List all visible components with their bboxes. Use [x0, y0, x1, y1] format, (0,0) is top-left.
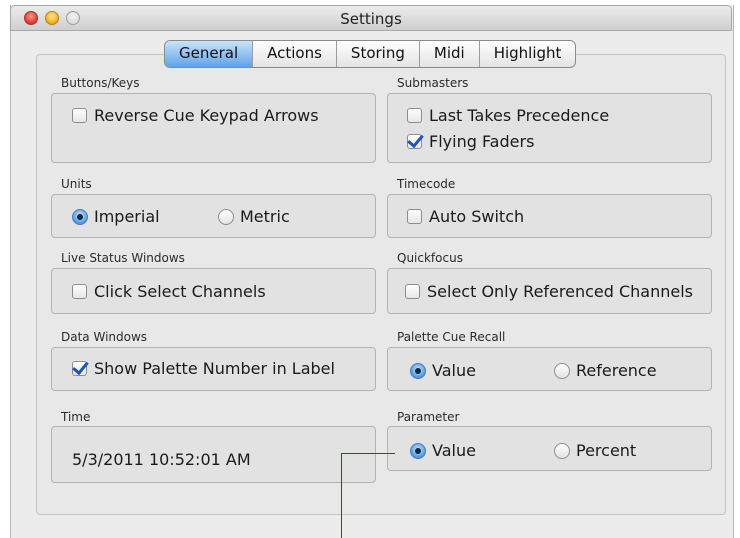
show-palette-checkbox[interactable]: Show Palette Number in Label [72, 359, 335, 378]
live-status-label: Live Status Windows [61, 251, 185, 265]
parameter-value-radio[interactable]: Value [410, 441, 476, 460]
radio-icon [554, 442, 570, 459]
metric-label: Metric [240, 207, 290, 226]
parameter-value-label: Value [432, 441, 476, 460]
checkbox-icon [407, 108, 422, 123]
metric-radio[interactable]: Metric [218, 207, 290, 226]
checkbox-icon [405, 284, 420, 299]
click-select-label: Click Select Channels [94, 282, 266, 301]
show-palette-label: Show Palette Number in Label [94, 359, 335, 378]
tab-midi[interactable]: Midi [418, 41, 479, 67]
checkbox-checked-icon [72, 361, 87, 376]
reverse-cue-checkbox[interactable]: Reverse Cue Keypad Arrows [72, 106, 319, 125]
quickfocus-label: Quickfocus [397, 251, 463, 265]
checkbox-icon [407, 209, 422, 224]
callout-line-horizontal [341, 453, 395, 454]
last-takes-label: Last Takes Precedence [429, 106, 610, 125]
reverse-cue-label: Reverse Cue Keypad Arrows [94, 106, 319, 125]
recall-reference-label: Reference [576, 361, 657, 380]
last-takes-checkbox[interactable]: Last Takes Precedence [407, 106, 609, 125]
flying-faders-label: Flying Faders [429, 132, 535, 151]
recall-value-label: Value [432, 361, 476, 380]
imperial-radio[interactable]: Imperial [72, 207, 160, 226]
checkbox-icon [72, 284, 87, 299]
imperial-label: Imperial [94, 207, 160, 226]
radio-selected-icon [410, 442, 426, 459]
radio-icon [554, 362, 570, 379]
tab-storing[interactable]: Storing [335, 41, 419, 67]
time-label: Time [61, 410, 91, 424]
callout-line-vertical [341, 453, 342, 538]
auto-switch-label: Auto Switch [429, 207, 525, 226]
parameter-percent-radio[interactable]: Percent [554, 441, 636, 460]
submasters-box [387, 93, 712, 163]
parameter-label: Parameter [397, 410, 460, 424]
units-label: Units [61, 177, 92, 191]
buttons-keys-box [51, 93, 376, 163]
auto-switch-checkbox[interactable]: Auto Switch [407, 207, 524, 226]
flying-faders-checkbox[interactable]: Flying Faders [407, 132, 534, 151]
recall-value-radio[interactable]: Value [410, 361, 476, 380]
palette-cue-recall-label: Palette Cue Recall [397, 330, 506, 344]
title-bar: Settings [10, 5, 732, 31]
checkbox-icon [72, 108, 87, 123]
timecode-label: Timecode [397, 177, 456, 191]
recall-reference-radio[interactable]: Reference [554, 361, 657, 380]
tab-actions[interactable]: Actions [252, 41, 336, 67]
time-value: 5/3/2011 10:52:01 AM [72, 450, 251, 469]
parameter-percent-label: Percent [576, 441, 637, 460]
submasters-label: Submasters [397, 76, 469, 90]
window-title: Settings [340, 10, 402, 28]
select-only-checkbox[interactable]: Select Only Referenced Channels [405, 282, 693, 301]
radio-selected-icon [410, 362, 426, 379]
select-only-label: Select Only Referenced Channels [427, 282, 694, 301]
click-select-checkbox[interactable]: Click Select Channels [72, 282, 266, 301]
data-windows-label: Data Windows [61, 330, 148, 344]
tab-highlight[interactable]: Highlight [478, 41, 576, 67]
checkbox-checked-icon [407, 134, 422, 149]
tab-general[interactable]: General [165, 41, 253, 67]
buttons-keys-label: Buttons/Keys [61, 76, 140, 90]
radio-selected-icon [72, 208, 88, 225]
radio-icon [218, 208, 234, 225]
tab-bar: General Actions Storing Midi Highlight [164, 40, 577, 68]
